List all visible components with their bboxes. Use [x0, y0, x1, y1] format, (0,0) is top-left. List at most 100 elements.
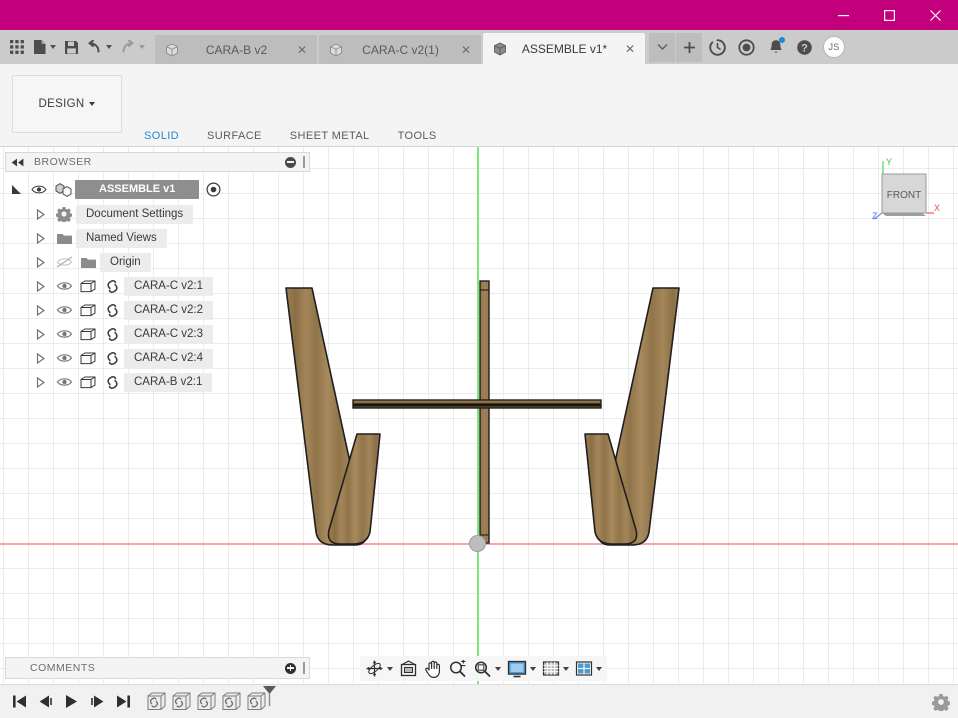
comments-title: COMMENTS	[30, 662, 285, 674]
expand-arrow-icon[interactable]	[30, 257, 52, 268]
timeline-node-joint-2[interactable]	[169, 691, 194, 713]
close-icon[interactable]: ✕	[457, 41, 475, 59]
expand-arrow-icon[interactable]	[30, 305, 52, 316]
viewports-button[interactable]	[572, 657, 605, 681]
save-button[interactable]	[60, 30, 83, 64]
origin-marker[interactable]	[469, 535, 486, 552]
tree-item-cara-b-1[interactable]: CARA-B v2:1	[5, 370, 310, 394]
visibility-eye-icon[interactable]	[52, 304, 76, 316]
tab-overflow-button[interactable]	[649, 33, 675, 62]
pan-button[interactable]	[421, 657, 445, 681]
settings-button[interactable]	[924, 685, 958, 718]
timeline-node-joint-3[interactable]	[194, 691, 219, 713]
appbar-right-tools: ? JS	[649, 30, 852, 64]
expand-arrow-icon[interactable]	[30, 329, 52, 340]
document-tab-assemble[interactable]: ASSEMBLE v1* ✕	[483, 33, 645, 64]
job-status-button[interactable]	[703, 32, 732, 62]
avatar[interactable]: JS	[823, 36, 845, 58]
view-cube[interactable]: FRONT Y X Z	[866, 157, 940, 225]
timeline-playhead-marker[interactable]	[262, 685, 277, 712]
document-tab-cara-c[interactable]: CARA-C v2(1) ✕	[319, 35, 481, 64]
document-tab-cara-b[interactable]: CARA-B v2 ✕	[155, 35, 317, 64]
timeline-node-joint-1[interactable]	[144, 691, 169, 713]
redo-button[interactable]	[116, 30, 149, 64]
zoom-button[interactable]	[445, 657, 470, 681]
tree-item-named-views[interactable]: Named Views	[5, 226, 310, 250]
help-button[interactable]: ?	[790, 32, 819, 62]
joint-feature-icon	[146, 692, 167, 711]
visibility-eye-icon[interactable]	[52, 376, 76, 388]
window-maximize-button[interactable]	[866, 0, 912, 30]
tree-root-assemble[interactable]: ASSEMBLE v1	[5, 176, 310, 202]
new-design-button[interactable]	[29, 30, 60, 64]
tree-item-document-settings[interactable]: Document Settings	[5, 202, 310, 226]
display-settings-button[interactable]	[504, 657, 539, 681]
recent-documents-button[interactable]	[732, 32, 761, 62]
orbit-button[interactable]	[362, 657, 396, 681]
fit-button[interactable]	[470, 657, 504, 681]
browser-tree: ASSEMBLE v1 Docu	[5, 172, 310, 394]
undo-arrow-icon	[87, 40, 103, 54]
window-minimize-button[interactable]	[820, 0, 866, 30]
tree-item-label: CARA-B v2:1	[124, 373, 212, 392]
play-icon	[63, 694, 79, 709]
add-comment-icon[interactable]	[285, 663, 296, 674]
tree-item-cara-c-4[interactable]: CARA-C v2:4	[5, 346, 310, 370]
app-grid-button[interactable]	[5, 30, 29, 64]
tab-tools[interactable]: TOOLS	[384, 130, 451, 147]
timeline-step-back-button[interactable]	[32, 689, 58, 715]
tree-item-cara-c-1[interactable]: CARA-C v2:1	[5, 274, 310, 298]
zoom-window-icon	[473, 660, 492, 678]
expand-arrow-icon[interactable]	[5, 184, 27, 195]
workspace-switcher[interactable]: DESIGN	[12, 75, 122, 133]
expand-arrow-icon[interactable]	[30, 233, 52, 244]
timeline-step-forward-button[interactable]	[84, 689, 110, 715]
visibility-eye-icon[interactable]	[52, 328, 76, 340]
folder-icon	[76, 255, 100, 269]
tab-solid[interactable]: SOLID	[130, 130, 193, 147]
expand-arrow-icon[interactable]	[30, 377, 52, 388]
joint-feature-icon	[171, 692, 192, 711]
visibility-eye-icon[interactable]	[27, 184, 51, 195]
new-tab-button[interactable]	[676, 33, 702, 62]
timeline-feature-nodes	[144, 691, 269, 713]
folder-icon	[52, 231, 76, 245]
horizontal-rail[interactable]	[353, 400, 601, 408]
collapse-panel-icon[interactable]	[10, 158, 25, 167]
activate-component-icon[interactable]	[202, 182, 224, 197]
window-close-button[interactable]	[912, 0, 958, 30]
document-tab-label: CARA-B v2	[186, 43, 287, 57]
workspace-label: DESIGN	[39, 98, 85, 110]
timeline-go-to-beginning-button[interactable]	[6, 689, 32, 715]
tab-sheet-metal[interactable]: SHEET METAL	[276, 130, 384, 147]
tree-item-label: CARA-C v2:1	[124, 277, 213, 296]
grid-snaps-button[interactable]	[539, 657, 572, 681]
visibility-eye-icon[interactable]	[52, 280, 76, 292]
visibility-eye-off-icon[interactable]	[52, 256, 76, 268]
tree-item-cara-c-3[interactable]: CARA-C v2:3	[5, 322, 310, 346]
chevron-down-icon	[89, 102, 95, 106]
close-icon[interactable]: ✕	[621, 40, 639, 58]
undo-button[interactable]	[83, 30, 116, 64]
timeline-go-to-end-button[interactable]	[110, 689, 136, 715]
panel-resize-grip[interactable]	[303, 156, 305, 168]
chevron-down-icon	[657, 43, 668, 51]
expand-arrow-icon[interactable]	[30, 209, 52, 220]
timeline-play-button[interactable]	[58, 689, 84, 715]
expand-arrow-icon[interactable]	[30, 353, 52, 364]
visibility-eye-icon[interactable]	[52, 352, 76, 364]
panel-resize-grip[interactable]	[303, 662, 305, 674]
expand-arrow-icon[interactable]	[30, 281, 52, 292]
notifications-button[interactable]	[761, 32, 790, 62]
ribbon: DESIGN SOLID SURFACE SHEET METAL TOOLS	[0, 64, 958, 147]
timeline-node-joint-4[interactable]	[219, 691, 244, 713]
right-leg-assembly[interactable]	[585, 288, 679, 545]
tab-surface[interactable]: SURFACE	[193, 130, 276, 147]
vertical-rail[interactable]	[480, 281, 489, 543]
minimize-panel-icon[interactable]	[285, 157, 296, 168]
look-at-button[interactable]	[396, 657, 421, 681]
close-icon[interactable]: ✕	[293, 41, 311, 59]
tree-item-cara-c-2[interactable]: CARA-C v2:2	[5, 298, 310, 322]
tree-item-origin[interactable]: Origin	[5, 250, 310, 274]
viewports-icon	[575, 660, 593, 678]
